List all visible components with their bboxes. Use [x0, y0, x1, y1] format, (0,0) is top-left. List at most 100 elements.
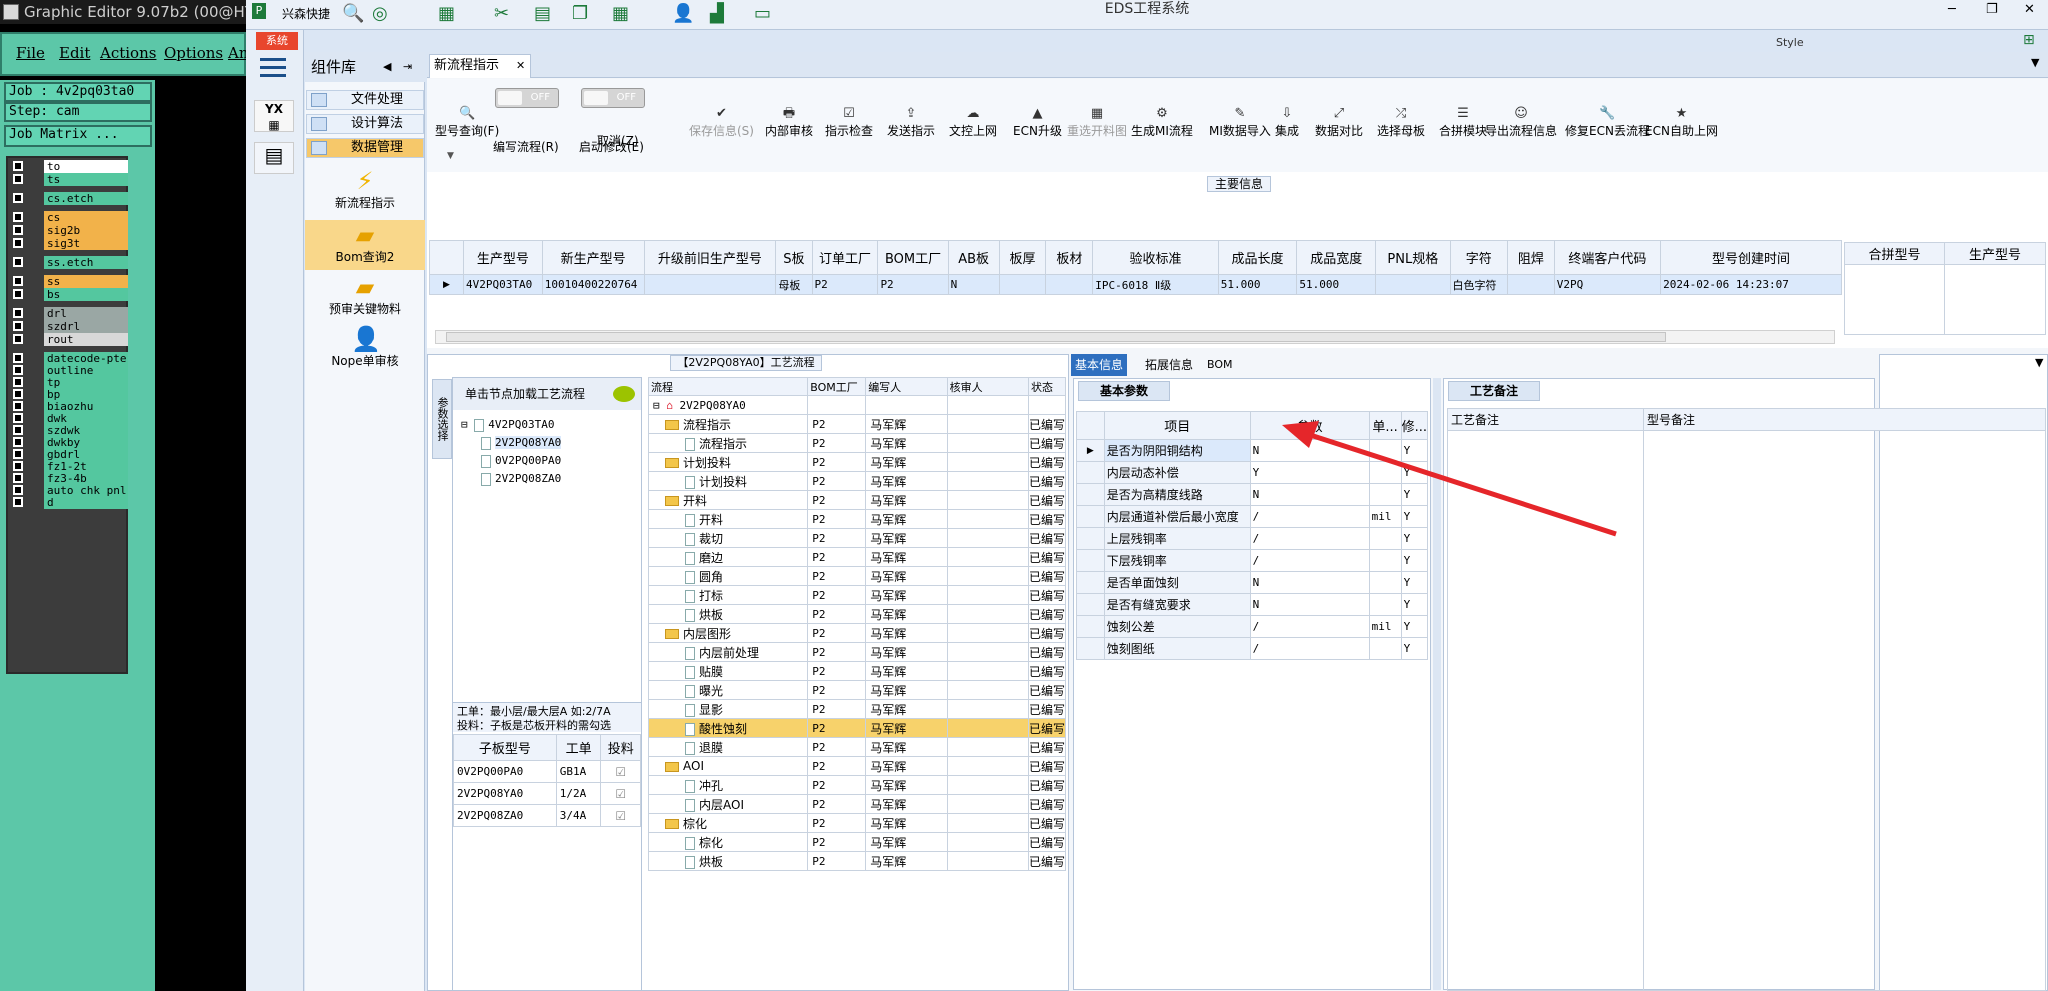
flow-row[interactable]: 棕化 P2 马军辉 已编写	[647, 813, 1067, 833]
layer-name[interactable]: cs.etch	[44, 192, 128, 205]
layer-checkbox[interactable]	[13, 289, 23, 299]
param-row[interactable]: 内层动态补偿 Y Y	[1076, 461, 1429, 484]
dropdown-arrow-icon[interactable]: ▼	[2031, 56, 2039, 69]
flow-row[interactable]: 计划投料 P2 马军辉 已编写	[647, 471, 1067, 491]
flow-root[interactable]: ⊟ ⌂ 2V2PQ08YA0	[647, 395, 809, 415]
layer-row[interactable]: rout	[10, 333, 128, 346]
ribbon-button[interactable]: 🖶 内部审核	[765, 106, 813, 139]
edit-flow-toggle[interactable]: OFF	[495, 88, 559, 108]
flow-row[interactable]: AOI P2 马军辉 已编写	[647, 756, 1067, 776]
layer-checkbox[interactable]	[13, 161, 23, 171]
col-header[interactable]: BOM工厂	[877, 240, 949, 275]
cell[interactable]: 母板	[775, 274, 813, 295]
sub-header[interactable]: 子板型号	[453, 734, 557, 761]
cell[interactable]: 51.000	[1217, 274, 1298, 295]
flow-row[interactable]: 圆角 P2 马军辉 已编写	[647, 566, 1067, 586]
param-header[interactable]: 参数	[1249, 411, 1370, 440]
minimize-icon[interactable]: ─	[1948, 2, 1956, 17]
flow-row[interactable]: 烘板 P2 马军辉 已编写	[647, 604, 1067, 624]
cell[interactable]: N	[947, 274, 1000, 295]
scrollbar-thumb[interactable]	[446, 332, 1666, 342]
ribbon-button[interactable]: ☰ 合拼模块	[1439, 106, 1487, 139]
param-row[interactable]: 蚀刻公差 / mil Y	[1076, 615, 1429, 638]
sub-cell-order[interactable]: 1/2A	[555, 782, 602, 805]
param-value[interactable]: Y	[1249, 461, 1370, 484]
flow-row[interactable]: 开料 P2 马军辉 已编写	[647, 509, 1067, 529]
side-header[interactable]: 生产型号	[1944, 242, 2046, 265]
ribbon-button[interactable]: ⇪ 发送指示	[887, 106, 935, 139]
layer-row[interactable]: drl	[10, 307, 128, 320]
menu-file[interactable]: File	[16, 44, 45, 62]
cell[interactable]: P2	[811, 274, 879, 295]
calculator-module-icon[interactable]: ▤	[254, 142, 294, 174]
cell[interactable]: 4V2PQ03TA0	[463, 274, 543, 295]
flow-row[interactable]: 酸性蚀刻 P2 马军辉 已编写	[647, 718, 1067, 738]
layer-row[interactable]: to	[10, 160, 128, 173]
col-header[interactable]: AB板	[947, 240, 1000, 275]
comp-item-data-management[interactable]: 数据管理	[306, 138, 424, 158]
menu-edit[interactable]: Edit	[59, 44, 90, 62]
flow-row[interactable]: 显影 P2 马军辉 已编写	[647, 699, 1067, 719]
layer-checkbox[interactable]	[13, 276, 23, 286]
process-remark-cell[interactable]	[1447, 430, 1644, 991]
layer-row[interactable]: sig3t	[10, 237, 128, 250]
col-header[interactable]: S板	[775, 240, 813, 275]
layer-checkbox[interactable]	[13, 308, 23, 318]
layer-row[interactable]: d	[10, 496, 128, 509]
param-header[interactable]: 单...	[1368, 411, 1402, 440]
ribbon-button[interactable]: ▦ 重选开料图	[1067, 106, 1127, 139]
horizontal-scrollbar[interactable]	[435, 330, 1835, 344]
flow-row[interactable]: 烘板 P2 马军辉 已编写	[647, 851, 1067, 871]
layer-row[interactable]: bs	[10, 288, 128, 301]
ribbon-button[interactable]: 🔧 修复ECN丢流程	[1565, 106, 1650, 139]
sub-header[interactable]: 投料	[600, 734, 641, 761]
tree-node[interactable]: 0V2PQ00PA0	[461, 454, 637, 472]
col-header[interactable]: 板材	[1045, 240, 1094, 275]
layer-checkbox[interactable]	[13, 238, 23, 248]
param-value[interactable]: /	[1249, 637, 1370, 660]
layer-checkbox[interactable]	[13, 401, 23, 411]
doc-tab-new-flow[interactable]: 新流程指示 ✕	[429, 54, 531, 78]
param-value[interactable]: /	[1249, 505, 1370, 528]
param-row[interactable]: 内层通道补偿后最小宽度 / mil Y	[1076, 505, 1429, 528]
col-header[interactable]: 验收标准	[1092, 240, 1219, 275]
layer-checkbox[interactable]	[13, 437, 23, 447]
col-header[interactable]: 订单工厂	[811, 240, 879, 275]
flow-row[interactable]: 流程指示 P2 马军辉 已编写	[647, 414, 1067, 434]
ribbon-button[interactable]: ✔ 保存信息(S)	[689, 106, 754, 139]
param-value[interactable]: N	[1249, 571, 1370, 594]
cell[interactable]: 51.000	[1296, 274, 1377, 295]
col-header[interactable]: 字符	[1449, 240, 1508, 275]
flow-row[interactable]: 计划投料 P2 马军辉 已编写	[647, 452, 1067, 472]
style-menu[interactable]: Style	[1776, 36, 1804, 49]
cell[interactable]: 10010400220764	[541, 274, 645, 295]
col-header[interactable]: 升级前旧生产型号	[643, 240, 777, 275]
cell[interactable]	[1375, 274, 1451, 295]
layer-checkbox[interactable]	[13, 377, 23, 387]
layer-row[interactable]: cs	[10, 211, 128, 224]
flow-header[interactable]: 核审人	[946, 377, 1029, 396]
layer-checkbox[interactable]	[13, 334, 23, 344]
flow-header[interactable]: 状态	[1027, 377, 1067, 396]
cell[interactable]: P2	[877, 274, 949, 295]
layer-row[interactable]: sig2b	[10, 224, 128, 237]
feed-checkbox[interactable]: ☑	[600, 782, 641, 805]
layer-row[interactable]: ss.etch	[10, 256, 128, 269]
tree-node[interactable]: 2V2PQ08ZA0	[461, 472, 637, 490]
flow-header[interactable]: BOM工厂	[807, 377, 867, 396]
ribbon-button[interactable]: ⤮ 选择母板	[1377, 106, 1425, 139]
col-header[interactable]: 生产型号	[463, 240, 543, 275]
flow-row[interactable]: 裁切 P2 马军辉 已编写	[647, 528, 1067, 548]
param-value[interactable]: /	[1249, 549, 1370, 572]
layer-name[interactable]: drl	[44, 307, 128, 320]
tab-close-icon[interactable]: ✕	[516, 55, 525, 77]
menu-actions[interactable]: Actions	[100, 44, 156, 62]
splitter[interactable]	[1433, 378, 1441, 990]
param-header[interactable]: 修...	[1400, 411, 1429, 440]
flow-row[interactable]: 内层AOI P2 马军辉 已编写	[647, 794, 1067, 814]
remarks-tab[interactable]: 工艺备注	[1448, 381, 1540, 401]
layer-name[interactable]: szdrl	[44, 320, 128, 333]
sub-cell-model[interactable]: 0V2PQ00PA0	[453, 760, 557, 783]
yx-module-icon[interactable]: YX ▦	[254, 100, 294, 132]
layer-checkbox[interactable]	[13, 212, 23, 222]
